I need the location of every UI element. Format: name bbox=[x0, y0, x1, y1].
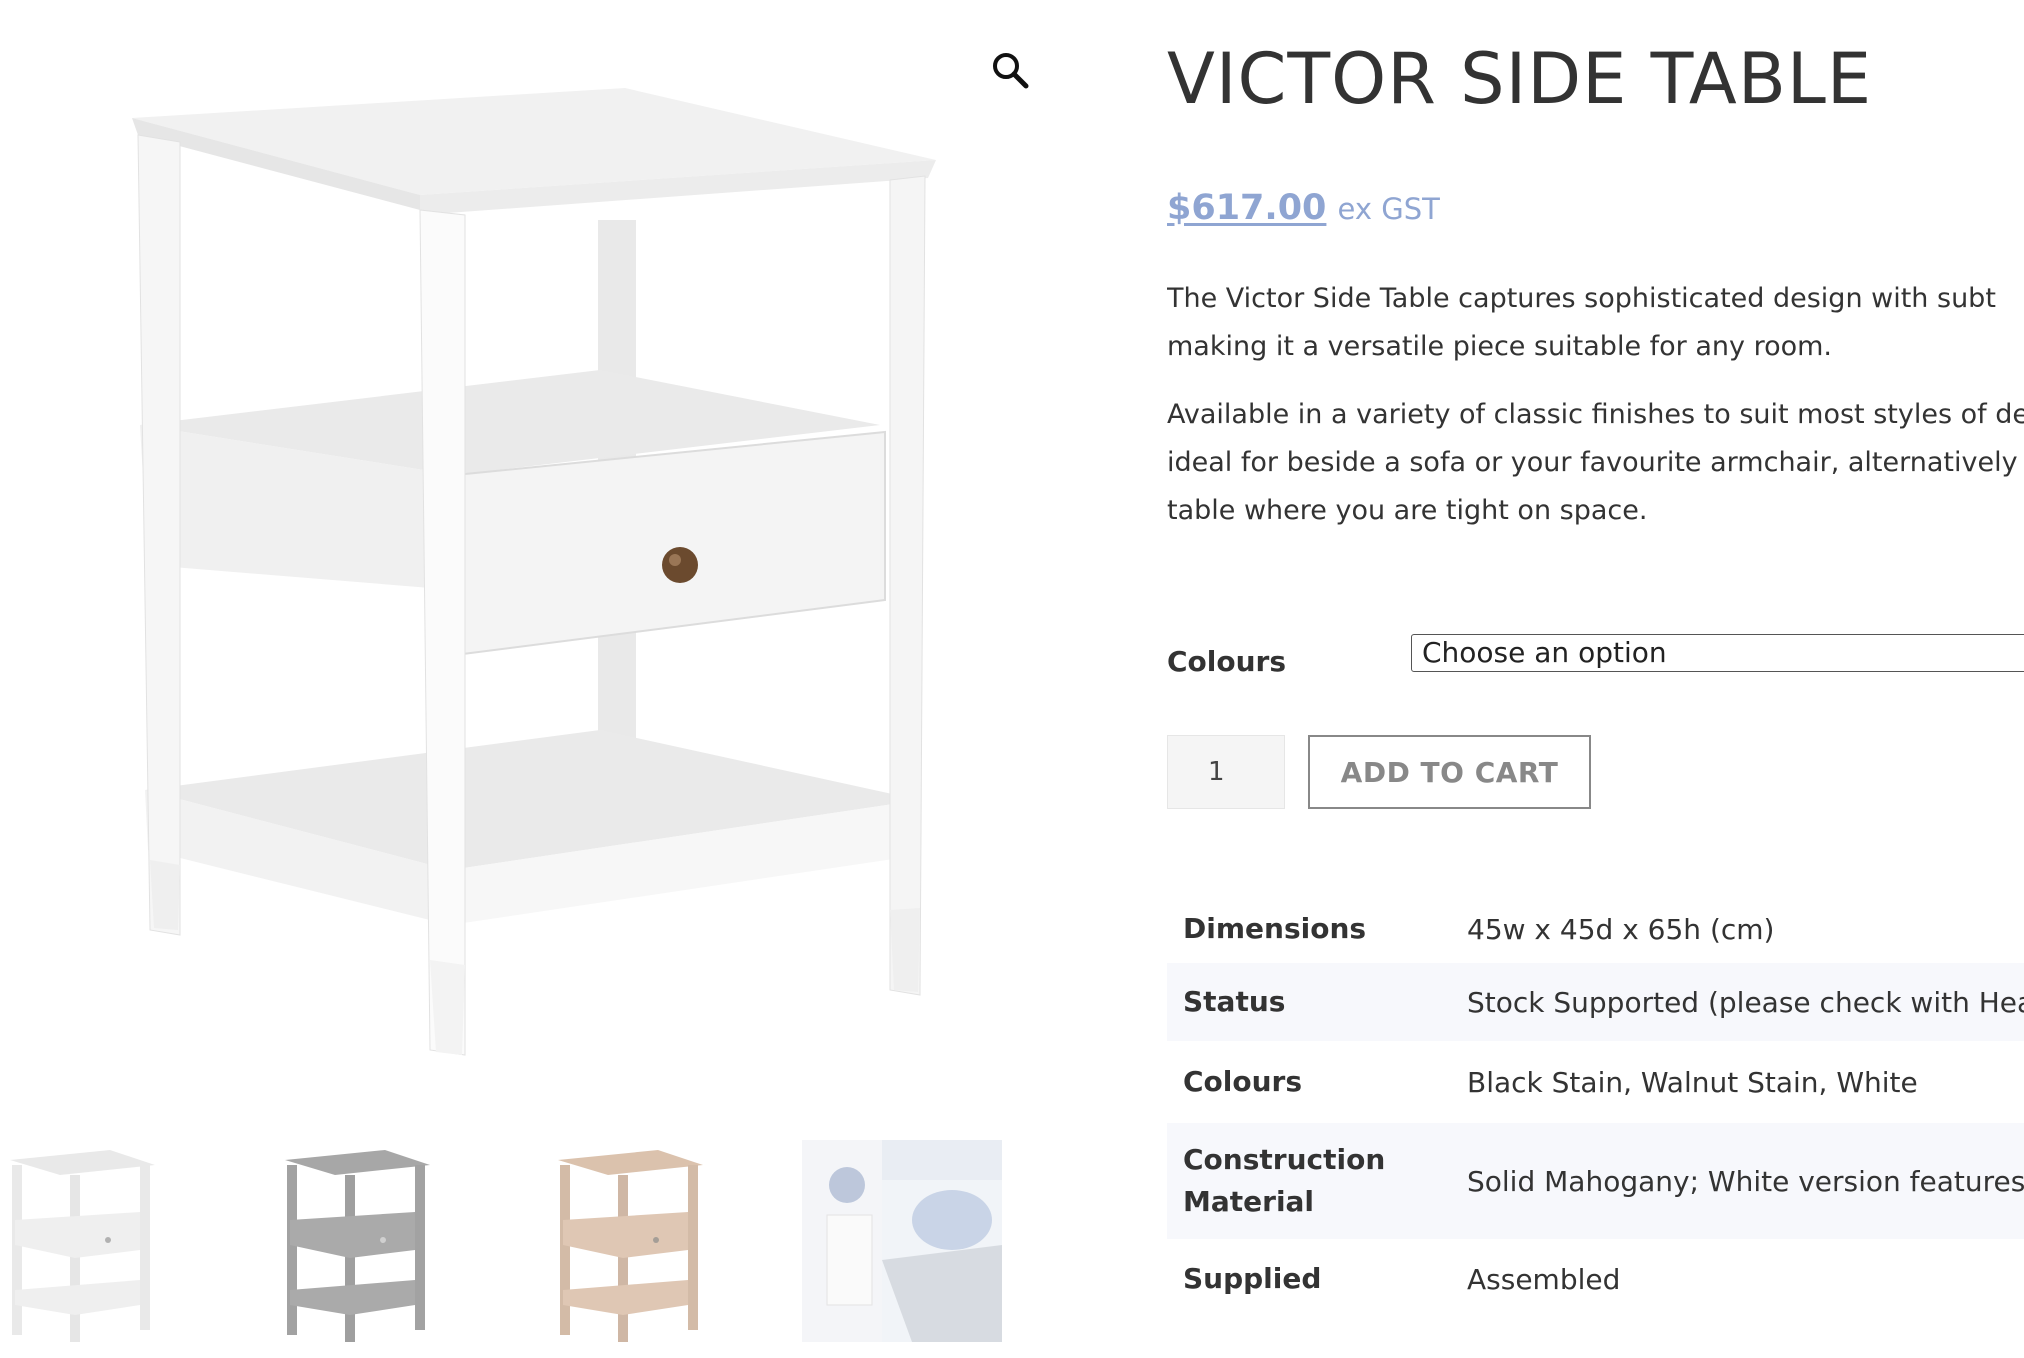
attribute-label: Colours bbox=[1183, 1065, 1303, 1098]
main-product-image[interactable] bbox=[120, 80, 970, 1090]
product-gallery bbox=[0, 0, 1050, 1358]
attribute-row: Supplied Assembled bbox=[1167, 1239, 2024, 1319]
attribute-row: Dimensions 45w x 45d x 65h (cm) bbox=[1167, 895, 2024, 963]
thumbnail-bedroom-lifestyle[interactable] bbox=[802, 1140, 1002, 1342]
thumbnail-black-stain[interactable] bbox=[275, 1140, 475, 1342]
product-title: VICTOR SIDE TABLE bbox=[1167, 38, 1873, 120]
add-to-cart-button[interactable]: ADD TO CART bbox=[1308, 735, 1591, 809]
magnifier-icon bbox=[993, 53, 1029, 89]
colours-label: Colours bbox=[1167, 645, 1287, 678]
attribute-label: Construction Material bbox=[1183, 1143, 1386, 1218]
colours-select[interactable]: Choose an option bbox=[1411, 634, 2024, 672]
product-summary: VICTOR SIDE TABLE $617.00 ex GST The Vic… bbox=[1167, 0, 2024, 1358]
quantity-input[interactable]: 1 bbox=[1167, 735, 1285, 809]
colours-select-value: Choose an option bbox=[1422, 636, 1667, 669]
description-line: Available in a variety of classic finish… bbox=[1167, 399, 2024, 526]
attribute-label: Dimensions bbox=[1183, 912, 1367, 945]
price-amount[interactable]: $617.00 bbox=[1167, 188, 1326, 228]
attribute-value: Black Stain, Walnut Stain, White bbox=[1467, 1065, 1918, 1099]
product-description: The Victor Side Table captures sophistic… bbox=[1167, 275, 2024, 555]
price-suffix: ex GST bbox=[1337, 192, 1440, 226]
attribute-value: 45w x 45d x 65h (cm) bbox=[1467, 912, 1775, 946]
description-line: The Victor Side Table captures sophistic… bbox=[1167, 283, 1996, 362]
thumbnail-white[interactable] bbox=[0, 1140, 200, 1342]
attribute-label: Status bbox=[1183, 985, 1286, 1018]
attribute-row: Status Stock Supported (please check wit… bbox=[1167, 963, 2024, 1041]
product-attributes-table: Dimensions 45w x 45d x 65h (cm) Status S… bbox=[1167, 895, 2024, 1319]
attribute-row: Colours Black Stain, Walnut Stain, White bbox=[1167, 1041, 2024, 1123]
attribute-value: Stock Supported (please check with Hea bbox=[1467, 985, 2024, 1019]
thumbnail-walnut-stain[interactable] bbox=[548, 1140, 748, 1342]
thumbnail-strip bbox=[0, 1140, 1010, 1345]
attribute-row: Construction Material Solid Mahogany; Wh… bbox=[1167, 1123, 2024, 1239]
attribute-value: Assembled bbox=[1467, 1262, 1621, 1296]
attribute-label: Supplied bbox=[1183, 1262, 1322, 1295]
attribute-value: Solid Mahogany; White version features bbox=[1467, 1164, 2024, 1198]
product-price: $617.00 ex GST bbox=[1167, 188, 1440, 228]
zoom-button[interactable] bbox=[982, 42, 1038, 98]
